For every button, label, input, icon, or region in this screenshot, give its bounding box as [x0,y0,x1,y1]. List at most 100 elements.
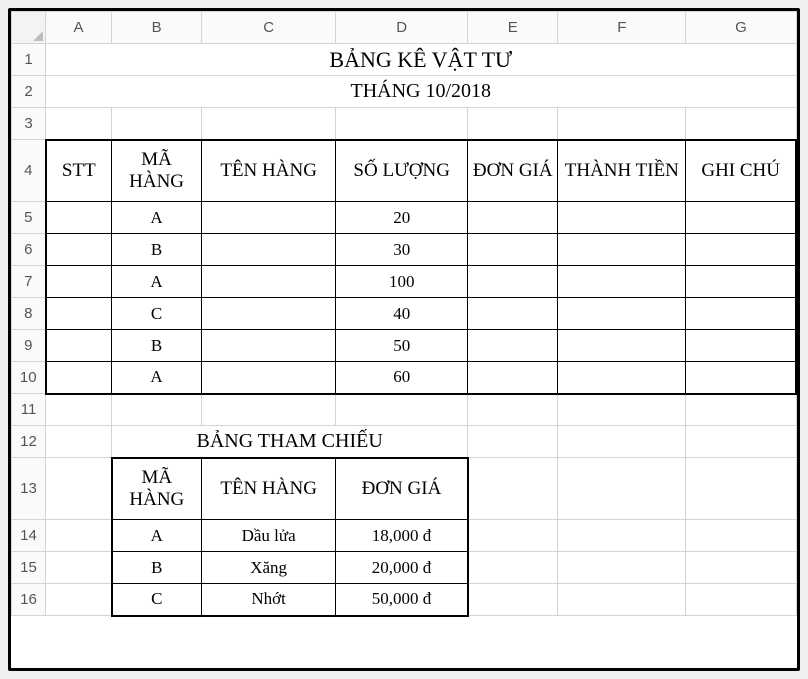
cell-D5[interactable]: 20 [336,202,468,234]
cell-C6[interactable] [202,234,336,266]
cell-D3[interactable] [336,108,468,140]
cell-G13[interactable] [686,458,796,520]
row-header-7[interactable]: 7 [12,266,46,298]
row-header-12[interactable]: 12 [12,426,46,458]
cell-D16[interactable]: 50,000 đ [336,584,468,616]
row-header-2[interactable]: 2 [12,76,46,108]
cell-E12[interactable] [468,426,558,458]
cell-C9[interactable] [202,330,336,362]
col-header-E[interactable]: E [468,12,558,44]
col-header-B[interactable]: B [112,12,202,44]
cell-G5[interactable] [686,202,796,234]
cell-E11[interactable] [468,394,558,426]
cell-G15[interactable] [686,552,796,584]
cell-C7[interactable] [202,266,336,298]
cell-F14[interactable] [558,520,686,552]
main-hdr-ten[interactable]: TÊN HÀNG [202,140,336,202]
row-header-16[interactable]: 16 [12,584,46,616]
cell-E14[interactable] [468,520,558,552]
cell-E3[interactable] [468,108,558,140]
col-header-G[interactable]: G [686,12,796,44]
cell-F6[interactable] [558,234,686,266]
cell-F8[interactable] [558,298,686,330]
cell-F7[interactable] [558,266,686,298]
cell-F16[interactable] [558,584,686,616]
cell-D14[interactable]: 18,000 đ [336,520,468,552]
cell-C8[interactable] [202,298,336,330]
col-header-A[interactable]: A [46,12,112,44]
cell-G10[interactable] [686,362,796,394]
cell-C15[interactable]: Xăng [202,552,336,584]
cell-B8[interactable]: C [112,298,202,330]
cell-F15[interactable] [558,552,686,584]
cell-G3[interactable] [686,108,796,140]
row-header-14[interactable]: 14 [12,520,46,552]
row-header-5[interactable]: 5 [12,202,46,234]
cell-G16[interactable] [686,584,796,616]
cell-A5[interactable] [46,202,112,234]
row-header-11[interactable]: 11 [12,394,46,426]
cell-A14[interactable] [46,520,112,552]
cell-B15[interactable]: B [112,552,202,584]
cell-G7[interactable] [686,266,796,298]
cell-C3[interactable] [202,108,336,140]
cell-D8[interactable]: 40 [336,298,468,330]
cell-D7[interactable]: 100 [336,266,468,298]
main-hdr-dg[interactable]: ĐƠN GIÁ [468,140,558,202]
cell-A9[interactable] [46,330,112,362]
cell-D11[interactable] [336,394,468,426]
cell-E8[interactable] [468,298,558,330]
cell-G12[interactable] [686,426,796,458]
cell-F9[interactable] [558,330,686,362]
col-header-D[interactable]: D [336,12,468,44]
main-hdr-gc[interactable]: GHI CHÚ [686,140,796,202]
row-header-8[interactable]: 8 [12,298,46,330]
main-hdr-ma[interactable]: MÃ HÀNG [112,140,202,202]
cell-G11[interactable] [686,394,796,426]
row-header-1[interactable]: 1 [12,44,46,76]
col-header-F[interactable]: F [558,12,686,44]
cell-E15[interactable] [468,552,558,584]
cell-G14[interactable] [686,520,796,552]
cell-A3[interactable] [46,108,112,140]
col-header-C[interactable]: C [202,12,336,44]
cell-A16[interactable] [46,584,112,616]
row-header-9[interactable]: 9 [12,330,46,362]
cell-F12[interactable] [558,426,686,458]
cell-E13[interactable] [468,458,558,520]
sheet-subtitle[interactable]: THÁNG 10/2018 [46,76,796,108]
cell-D10[interactable]: 60 [336,362,468,394]
row-header-3[interactable]: 3 [12,108,46,140]
main-hdr-tt[interactable]: THÀNH TIỀN [558,140,686,202]
cell-B6[interactable]: B [112,234,202,266]
cell-B5[interactable]: A [112,202,202,234]
cell-D15[interactable]: 20,000 đ [336,552,468,584]
cell-A6[interactable] [46,234,112,266]
cell-A11[interactable] [46,394,112,426]
row-header-4[interactable]: 4 [12,140,46,202]
row-header-10[interactable]: 10 [12,362,46,394]
cell-E10[interactable] [468,362,558,394]
ref-hdr-dg[interactable]: ĐƠN GIÁ [336,458,468,520]
ref-hdr-ten[interactable]: TÊN HÀNG [202,458,336,520]
cell-G9[interactable] [686,330,796,362]
cell-C16[interactable]: Nhớt [202,584,336,616]
cell-C11[interactable] [202,394,336,426]
cell-A13[interactable] [46,458,112,520]
row-header-6[interactable]: 6 [12,234,46,266]
row-header-15[interactable]: 15 [12,552,46,584]
main-hdr-stt[interactable]: STT [46,140,112,202]
cell-D6[interactable]: 30 [336,234,468,266]
cell-C5[interactable] [202,202,336,234]
cell-F13[interactable] [558,458,686,520]
cell-A15[interactable] [46,552,112,584]
select-all-corner[interactable] [12,12,46,44]
cell-G6[interactable] [686,234,796,266]
cell-B16[interactable]: C [112,584,202,616]
cell-A7[interactable] [46,266,112,298]
cell-F5[interactable] [558,202,686,234]
cell-D9[interactable]: 50 [336,330,468,362]
cell-A10[interactable] [46,362,112,394]
sheet-title[interactable]: BẢNG KÊ VẬT TƯ [46,44,796,76]
cell-G8[interactable] [686,298,796,330]
